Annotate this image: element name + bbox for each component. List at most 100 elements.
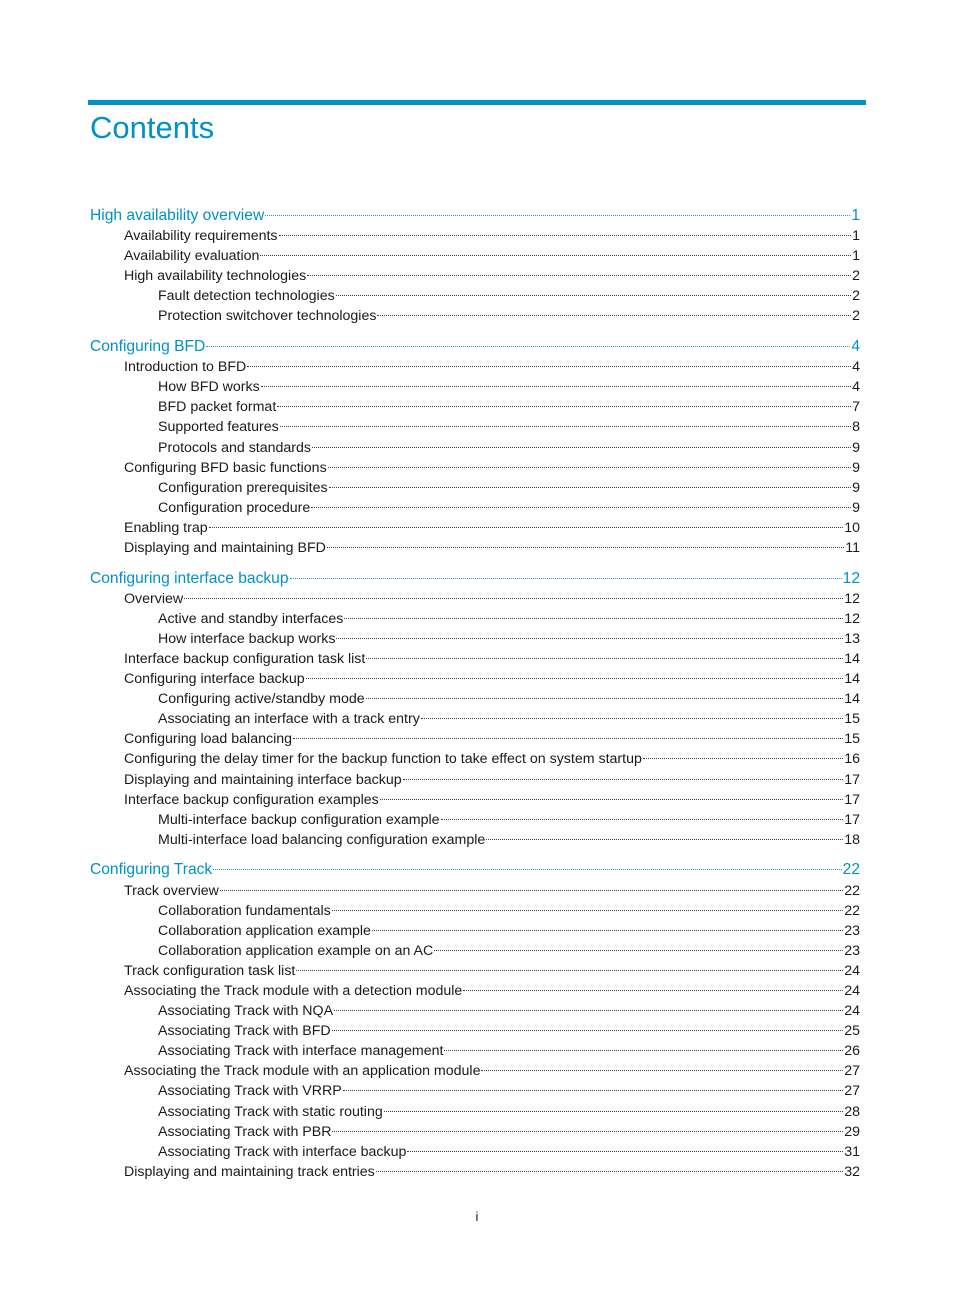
toc-entry-page-number: 12 [844,610,860,627]
toc-entry-title: Configuring interface backup [124,671,305,688]
toc-section-link[interactable]: Configuring BFD basic functions 9 [90,458,860,478]
toc-subsection-link[interactable]: Configuration procedure 9 [90,498,860,518]
toc-entry-page-number: 17 [844,791,860,808]
toc-entry-page-number: 9 [852,439,860,456]
toc-section-link[interactable]: Interface backup configuration task list… [90,649,860,669]
toc-entry-title: High availability overview [90,207,265,224]
dot-leader [208,526,844,528]
toc-section-link[interactable]: Configuring load balancing 15 [90,729,860,749]
toc-entry-page-number: 2 [852,268,860,285]
toc-subsection-link[interactable]: How BFD works 4 [90,377,860,397]
toc-entry-title: Overview [124,590,184,607]
toc-entry-title: High availability technologies [124,268,307,285]
toc-entry-title: Displaying and maintaining BFD [124,540,326,556]
toc-entry-page-number: 14 [844,671,860,688]
toc-section-link[interactable]: Displaying and maintaining track entries… [90,1162,860,1182]
dot-leader [402,778,844,780]
toc-section-link[interactable]: Displaying and maintaining interface bac… [90,770,860,790]
toc-chapter-link[interactable]: High availability overview 1 [90,206,860,226]
dot-leader [331,1030,844,1032]
dot-leader [366,657,844,659]
dot-leader [260,386,852,388]
toc-entry-title: BFD packet format [158,399,277,416]
toc-subsection-link[interactable]: Active and standby interfaces 12 [90,609,860,629]
dot-leader [371,929,844,931]
toc-entry-title: Associating Track with interface backup [158,1143,407,1160]
toc-chapter-link[interactable]: Configuring BFD 4 [90,337,860,357]
dot-leader [335,295,852,297]
dot-leader [311,506,852,508]
toc-section-link[interactable]: Displaying and maintaining BFD 11 [90,538,860,558]
toc-subsection-link[interactable]: Associating Track with interface backup 3… [90,1142,860,1162]
toc-chapter-link[interactable]: Configuring Track 22 [90,860,860,880]
toc-entry-page-number: 7 [852,399,860,416]
table-of-contents: High availability overview 1 Availability … [90,206,860,1192]
toc-entry-page-number: 9 [852,459,860,476]
dot-leader [307,275,852,277]
dot-leader [296,969,844,971]
toc-section-link[interactable]: Configuring interface backup 14 [90,669,860,689]
toc-subsection-link[interactable]: BFD packet format 7 [90,397,860,417]
toc-subsection-link[interactable]: Protection switchover technologies 2 [90,306,860,326]
toc-section-link[interactable]: Configuring the delay timer for the back… [90,749,860,769]
dot-leader [342,1090,844,1092]
toc-subsection-link[interactable]: Protocols and standards 9 [90,438,860,458]
toc-subsection-link[interactable]: Associating Track with PBR 29 [90,1122,860,1142]
toc-section-link[interactable]: Enabling trap 10 [90,518,860,538]
toc-section-link[interactable]: Associating the Track module with an app… [90,1061,860,1081]
toc-entry-title: Configuring Track [90,861,213,879]
toc-subsection-link[interactable]: Configuration prerequisites 9 [90,478,860,498]
toc-subsection-link[interactable]: Associating an interface with a track en… [90,709,860,729]
toc-subsection-link[interactable]: Associating Track with static routing 28 [90,1102,860,1122]
toc-subsection-link[interactable]: Collaboration fundamentals 22 [90,901,860,921]
page-number: i [475,1209,479,1224]
toc-entry-title: Associating the Track module with a dete… [124,982,463,999]
toc-entry-page-number: 16 [844,751,860,768]
toc-subsection-link[interactable]: Collaboration application example on an … [90,941,860,961]
toc-section-link[interactable]: High availability technologies 2 [90,266,860,286]
toc-section-link[interactable]: Track configuration task list 24 [90,961,860,981]
dot-leader [331,909,844,911]
toc-entry-title: Multi-interface load balancing configura… [158,831,486,848]
toc-section-link[interactable]: Availability evaluation 1 [90,246,860,266]
toc-entry-title: Configuring BFD [90,338,206,356]
toc-entry-page-number: 28 [844,1103,860,1120]
toc-section-link[interactable]: Track overview 22 [90,881,860,901]
toc-section-link[interactable]: Associating the Track module with a dete… [90,981,860,1001]
toc-entry-title: Collaboration application example on an … [158,942,434,959]
toc-entry-page-number: 9 [852,479,860,496]
toc-subsection-link[interactable]: How interface backup works 13 [90,629,860,649]
toc-section-link[interactable]: Overview 12 [90,589,860,609]
toc-entry-page-number: 9 [852,499,860,516]
toc-entry-page-number: 25 [844,1023,860,1040]
toc-subsection-link[interactable]: Associating Track with VRRP 27 [90,1081,860,1101]
toc-entry-title: Interface backup configuration task list [124,650,366,667]
toc-entry-title: Protocols and standards [158,439,312,456]
toc-subsection-link[interactable]: Multi-interface backup configuration exa… [90,810,860,830]
toc-section-link[interactable]: Interface backup configuration examples 1… [90,790,860,810]
dot-leader [407,1150,844,1152]
toc-entry-page-number: 1 [851,207,860,224]
toc-section-link[interactable]: Introduction to BFD 4 [90,357,860,377]
toc-chapter-link[interactable]: Configuring interface backup 12 [90,569,860,589]
toc-subsection-link[interactable]: Configuring active/standby mode 14 [90,689,860,709]
toc-subsection-link[interactable]: Associating Track with interface managem… [90,1041,860,1061]
dot-leader [305,678,844,680]
toc-entry-title: Configuring active/standby mode [158,691,365,708]
dot-leader [265,215,851,216]
toc-entry-title: Configuring BFD basic functions [124,459,327,476]
toc-subsection-link[interactable]: Associating Track with NQA 24 [90,1001,860,1021]
toc-entry-title: Configuring load balancing [124,731,293,748]
dot-leader [344,617,844,619]
toc-entry-title: Configuring interface backup [90,569,289,587]
toc-subsection-link[interactable]: Multi-interface load balancing configura… [90,830,860,850]
toc-subsection-link[interactable]: Associating Track with BFD 25 [90,1021,860,1041]
dot-leader [440,818,844,820]
toc-section-link[interactable]: Availability requirements 1 [90,226,860,246]
toc-entry-title: Associating Track with static routing [158,1103,383,1120]
toc-subsection-link[interactable]: Collaboration application example 23 [90,921,860,941]
dot-leader [434,949,844,951]
toc-subsection-link[interactable]: Fault detection technologies 2 [90,286,860,306]
toc-entry-page-number: 24 [844,1003,860,1020]
toc-subsection-link[interactable]: Supported features 8 [90,417,860,437]
